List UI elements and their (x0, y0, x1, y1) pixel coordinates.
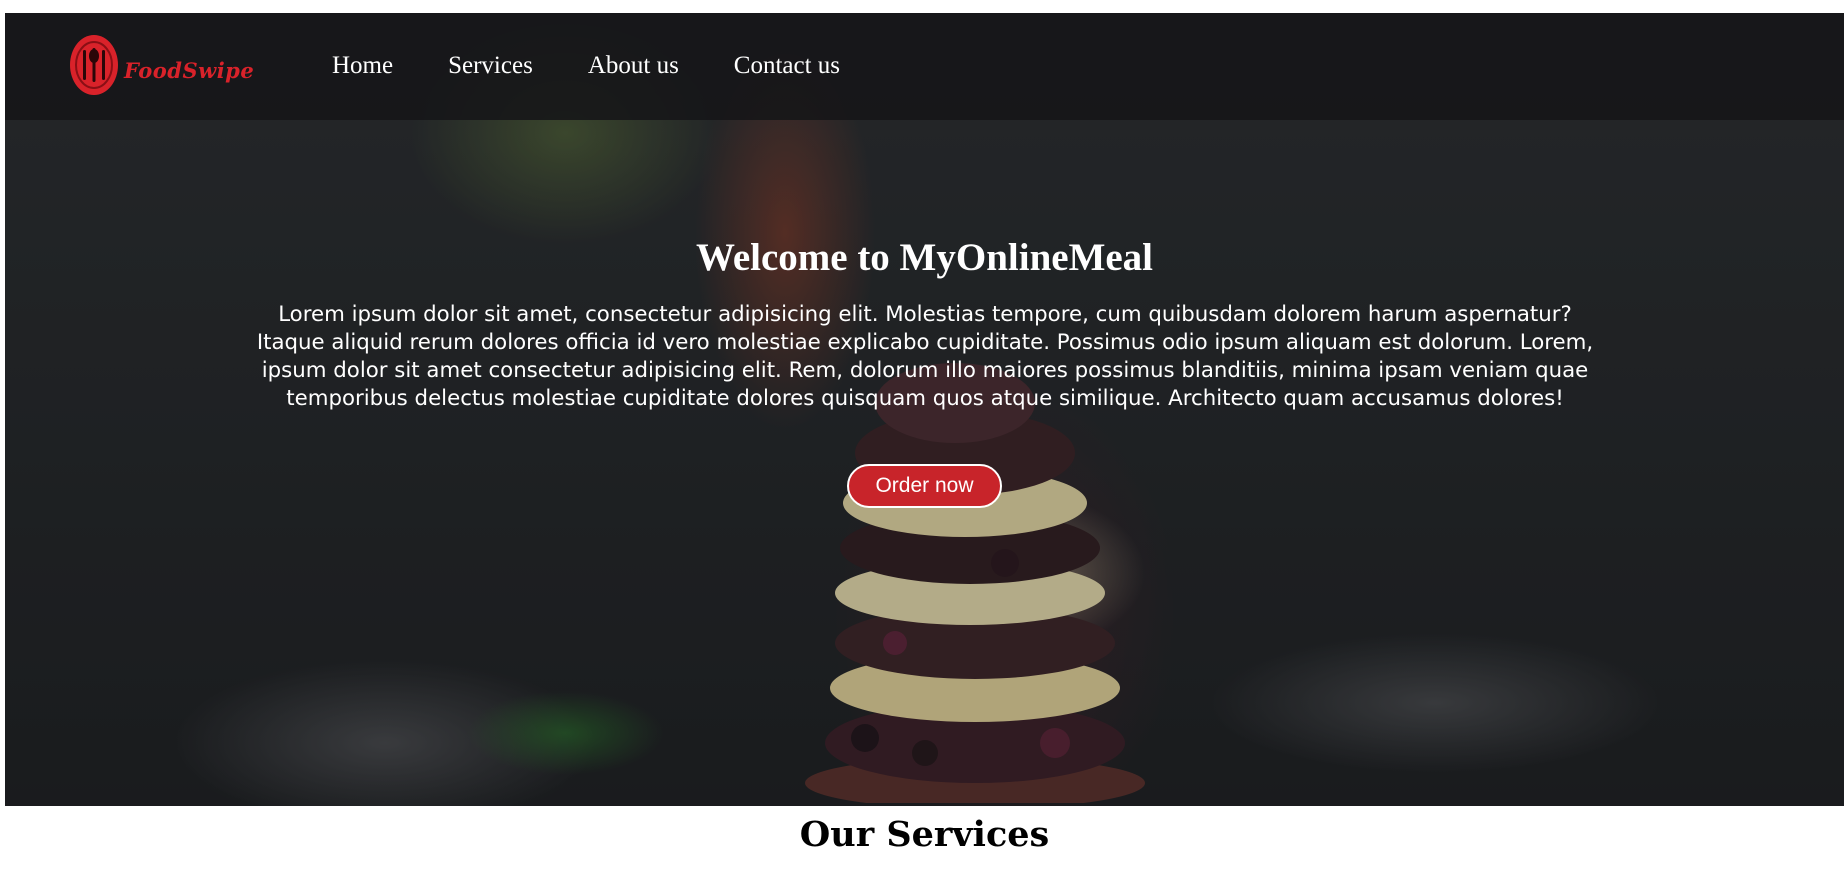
cutlery-plate-icon (70, 35, 118, 95)
nav-item-services[interactable]: Services (448, 51, 533, 81)
nav-item-home[interactable]: Home (332, 51, 393, 81)
hero-section: Welcome to MyOnlineMeal Lorem ipsum dolo… (5, 13, 1844, 806)
brand-logo[interactable]: FoodSwipe (69, 33, 254, 97)
brand-name: FoodSwipe (124, 57, 255, 83)
hero-title: Welcome to MyOnlineMeal (695, 236, 1154, 279)
navbar: FoodSwipe Home Services About us Contact… (5, 13, 1844, 120)
main-nav: Home Services About us Contact us (332, 51, 895, 81)
nav-item-about-us[interactable]: About us (588, 51, 679, 81)
nav-item-contact-us[interactable]: Contact us (734, 51, 840, 81)
services-section-title: Our Services (799, 814, 1050, 855)
page: Welcome to MyOnlineMeal Lorem ipsum dolo… (5, 13, 1844, 878)
hero-description: Lorem ipsum dolor sit amet, consectetur … (256, 302, 1594, 411)
order-now-button[interactable]: Order now (847, 464, 1002, 508)
